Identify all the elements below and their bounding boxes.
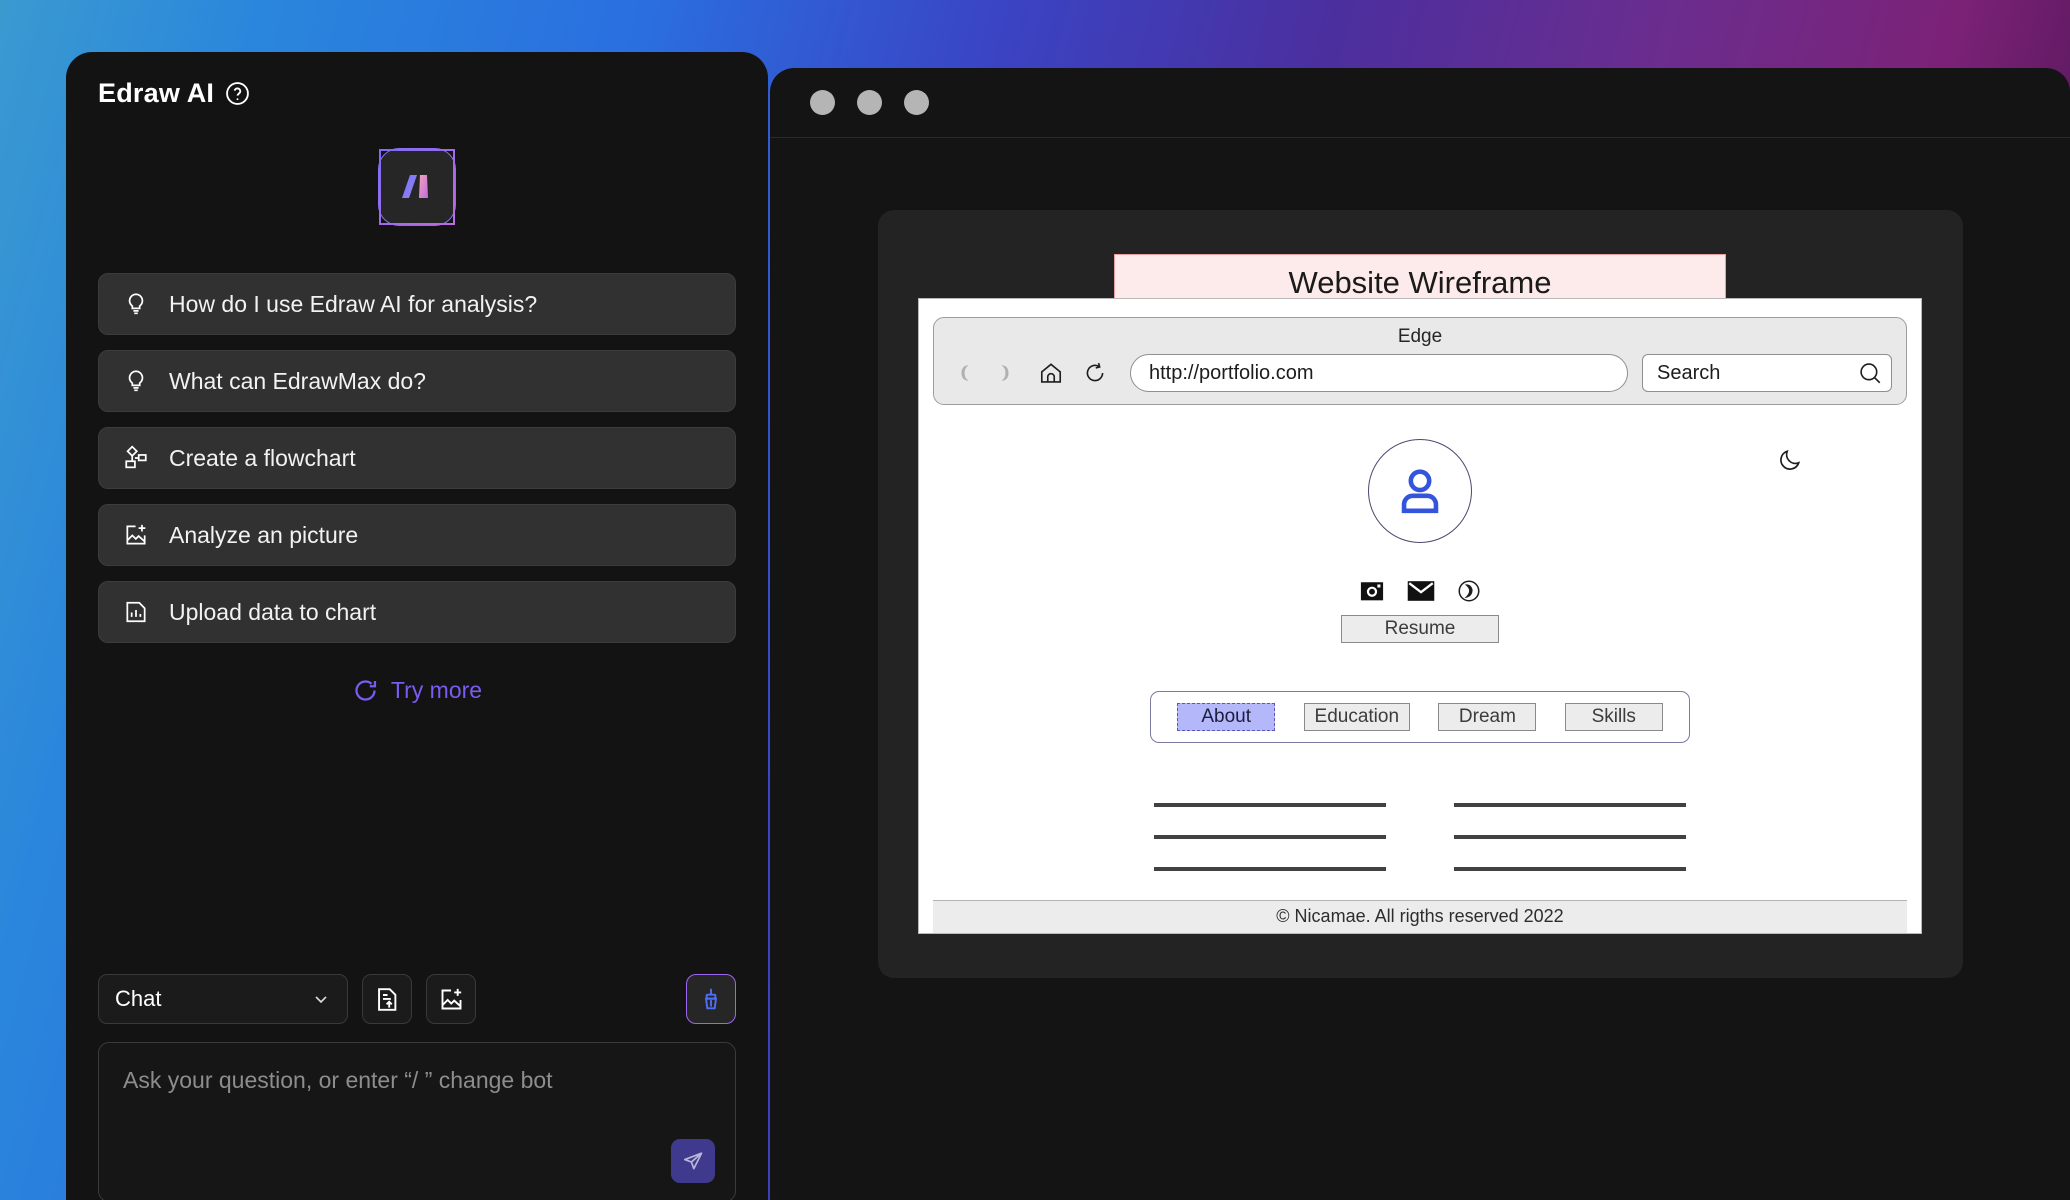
portfolio-page-body: Resume About Education Dream Skills © Ni…	[933, 405, 1907, 933]
text-line	[1454, 867, 1686, 871]
suggestion-list: How do I use Edraw AI for analysis? What…	[98, 273, 736, 643]
help-circle-icon[interactable]	[225, 81, 250, 106]
avatar	[1368, 439, 1472, 543]
suggestion-label: Analyze an picture	[169, 521, 359, 548]
text-line	[1154, 803, 1386, 807]
window-dot-3[interactable]	[904, 90, 929, 115]
diagram-card: Website Wireframe Edge http://portfolio.…	[877, 210, 1963, 978]
text-column-right	[1454, 803, 1686, 871]
upload-document-button[interactable]	[362, 974, 412, 1024]
nav-tab-about[interactable]: About	[1177, 703, 1276, 731]
page-footer: © Nicamae. All rigths reserved 2022	[933, 900, 1907, 933]
forward-arrow-icon[interactable]	[992, 358, 1022, 388]
text-column-left	[1154, 803, 1386, 871]
suggestion-item-flowchart[interactable]: Create a flowchart	[98, 427, 736, 489]
suggestion-item-analysis[interactable]: How do I use Edraw AI for analysis?	[98, 273, 736, 335]
suggestion-label: Upload data to chart	[169, 598, 377, 625]
text-line	[1154, 867, 1386, 871]
email-icon[interactable]	[1406, 577, 1436, 605]
url-input[interactable]: http://portfolio.com	[1130, 354, 1628, 392]
social-links	[1358, 577, 1482, 605]
composer: Chat Ask your question, or enter “/ ” ch…	[66, 974, 768, 1200]
edraw-ai-panel: Edraw AI How do I use Edraw AI for analy…	[66, 52, 768, 1200]
url-value: http://portfolio.com	[1149, 361, 1314, 384]
broom-icon	[698, 986, 724, 1012]
panel-header: Edraw AI	[66, 52, 768, 109]
phone-icon[interactable]	[1456, 578, 1482, 604]
nav-tab-education[interactable]: Education	[1303, 703, 1411, 731]
back-arrow-icon[interactable]	[948, 358, 978, 388]
document-upload-icon	[374, 986, 401, 1013]
portfolio-nav-tabs: About Education Dream Skills	[1150, 691, 1690, 743]
lightbulb-icon	[122, 367, 150, 395]
search-icon[interactable]	[1857, 360, 1883, 386]
suggestion-item-analyze-picture[interactable]: Analyze an picture	[98, 504, 736, 566]
chevron-down-icon	[311, 989, 331, 1009]
composer-toolbar: Chat	[98, 974, 736, 1024]
brand-logo-wrap	[66, 149, 768, 225]
try-more-button[interactable]: Try more	[66, 677, 768, 704]
image-plus-icon	[438, 986, 465, 1013]
suggestion-item-edrawmax[interactable]: What can EdrawMax do?	[98, 350, 736, 412]
flowchart-icon	[122, 444, 150, 472]
try-more-label: Try more	[390, 677, 483, 703]
suggestion-item-upload-chart[interactable]: Upload data to chart	[98, 581, 736, 643]
lightbulb-icon	[122, 290, 150, 318]
window-dot-2[interactable]	[857, 90, 882, 115]
upload-image-button[interactable]	[426, 974, 476, 1024]
window-dot-1[interactable]	[810, 90, 835, 115]
reload-icon[interactable]	[1080, 358, 1110, 388]
edraw-ai-logo	[379, 149, 455, 225]
browser-name-label: Edge	[1397, 326, 1443, 347]
send-button[interactable]	[671, 1139, 715, 1183]
refresh-icon	[352, 677, 379, 704]
instagram-icon[interactable]	[1358, 577, 1386, 605]
search-placeholder: Search	[1657, 361, 1721, 384]
nav-tab-skills[interactable]: Skills	[1564, 703, 1663, 731]
browser-chrome: Edge http://portfolio.com Search	[933, 317, 1907, 405]
search-input[interactable]: Search	[1642, 354, 1892, 392]
browser-toolbar: http://portfolio.com Search	[948, 354, 1892, 392]
placeholder-text-columns	[933, 803, 1907, 871]
page-title: Edraw AI	[98, 78, 215, 108]
send-icon	[681, 1149, 705, 1173]
desktop-background: Edraw AI How do I use Edraw AI for analy…	[0, 0, 2070, 1200]
user-avatar-icon	[1391, 462, 1449, 520]
suggestion-label: Create a flowchart	[169, 444, 356, 471]
clear-chat-button[interactable]	[686, 974, 736, 1024]
chat-input[interactable]: Ask your question, or enter “/ ” change …	[98, 1042, 736, 1200]
image-plus-icon	[122, 521, 150, 549]
chat-mode-value: Chat	[115, 986, 162, 1011]
text-line	[1154, 835, 1386, 839]
home-icon[interactable]	[1036, 358, 1066, 388]
browser-mockup: Edge http://portfolio.com Search Resume …	[918, 298, 1922, 934]
resume-button[interactable]: Resume	[1341, 615, 1499, 643]
chart-file-icon	[122, 598, 150, 626]
suggestion-label: What can EdrawMax do?	[169, 367, 426, 394]
text-line	[1454, 803, 1686, 807]
window-titlebar	[770, 68, 2070, 138]
suggestion-label: How do I use Edraw AI for analysis?	[169, 290, 538, 317]
chat-mode-select[interactable]: Chat	[98, 974, 348, 1024]
moon-icon[interactable]	[1777, 447, 1803, 478]
canvas-window: Website Wireframe Edge http://portfolio.…	[770, 68, 2070, 1200]
chat-input-placeholder: Ask your question, or enter “/ ” change …	[123, 1067, 553, 1093]
text-line	[1454, 835, 1686, 839]
nav-tab-dream[interactable]: Dream	[1438, 703, 1537, 731]
canvas-area: Website Wireframe Edge http://portfolio.…	[770, 138, 2070, 978]
